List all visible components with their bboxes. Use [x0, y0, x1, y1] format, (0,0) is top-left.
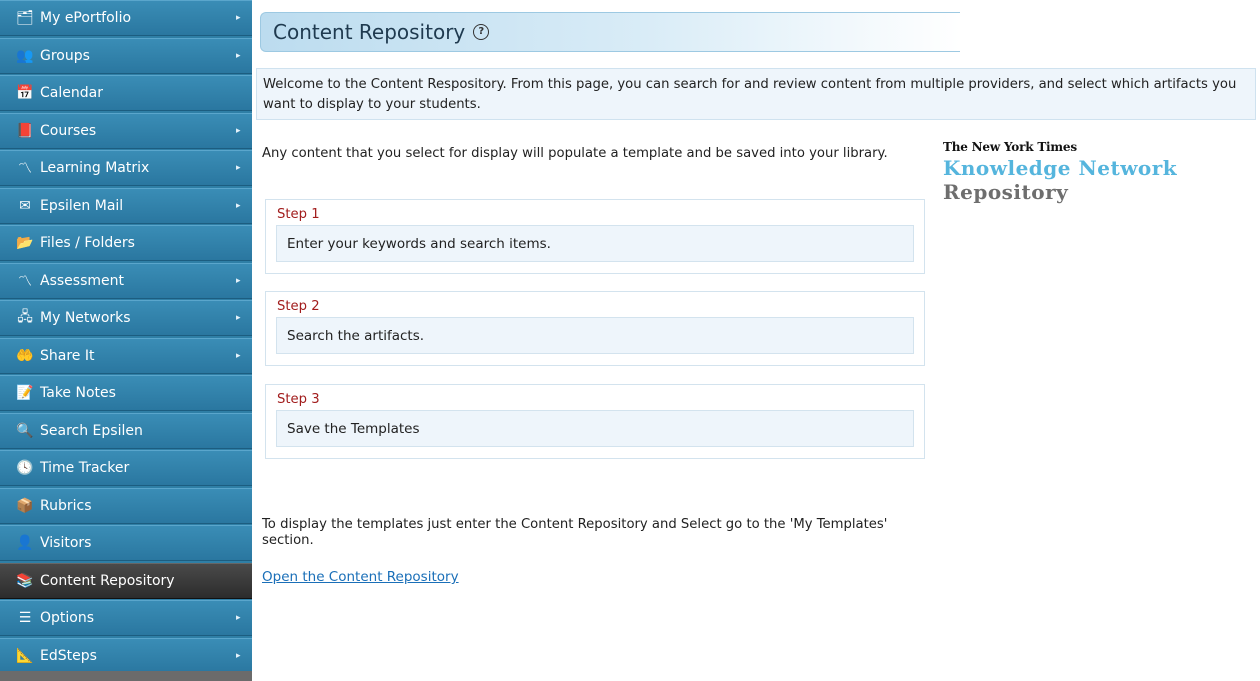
step-1-description: Enter your keywords and search items.: [276, 225, 914, 262]
sidebar-item-my-networks[interactable]: 🖧 My Networks ▸: [0, 300, 252, 336]
sidebar-item-content-repository[interactable]: 📚 Content Repository: [0, 563, 252, 599]
sidebar-item-my-eportfolio[interactable]: 🗂 My ePortfolio ▸: [0, 0, 252, 36]
sidebar-item-label: My ePortfolio: [40, 10, 132, 26]
submenu-arrow-icon: ▸: [236, 276, 241, 286]
sidebar-item-label: Visitors: [40, 535, 92, 551]
notes-icon: 📝: [16, 385, 34, 401]
sidebar-item-label: Search Epsilen: [40, 423, 143, 439]
step-3-title: Step 3: [277, 392, 320, 407]
intro-text: Any content that you select for display …: [262, 146, 888, 161]
sidebar-item-label: Files / Folders: [40, 235, 135, 251]
sidebar-item-label: Rubrics: [40, 498, 92, 514]
folder-icon: 📂: [16, 235, 34, 251]
step-2-box: Step 2 Search the artifacts.: [265, 291, 925, 366]
sidebar-item-label: Epsilen Mail: [40, 198, 124, 214]
sidebar-item-label: Time Tracker: [40, 460, 130, 476]
step-1-title: Step 1: [277, 207, 320, 222]
edsteps-icon: 📐: [16, 648, 34, 664]
logo-repository-line: Repository: [943, 180, 1069, 204]
sidebar-footer-bar: [0, 671, 252, 681]
submenu-arrow-icon: ▸: [236, 351, 241, 361]
sidebar-item-search-epsilen[interactable]: 🔍 Search Epsilen: [0, 413, 252, 449]
groups-icon: 👥: [16, 48, 34, 64]
search-icon: 🔍: [16, 423, 34, 439]
help-icon[interactable]: ?: [473, 24, 490, 40]
portfolio-icon: 🗂: [16, 10, 34, 26]
sidebar-item-label: Learning Matrix: [40, 160, 150, 176]
sidebar-item-courses[interactable]: 📕 Courses ▸: [0, 113, 252, 149]
share-icon: 🤲: [16, 348, 34, 364]
sidebar-item-groups[interactable]: 👥 Groups ▸: [0, 38, 252, 74]
calendar-icon: 📅: [16, 85, 34, 101]
step-2-title: Step 2: [277, 299, 320, 314]
templates-footnote: To display the templates just enter the …: [262, 517, 888, 548]
sidebar-item-label: My Networks: [40, 310, 131, 326]
sidebar-item-label: Take Notes: [40, 385, 116, 401]
sidebar-item-edsteps[interactable]: 📐 EdSteps ▸: [0, 638, 252, 674]
sidebar-item-label: Options: [40, 610, 95, 626]
sidebar-item-label: Assessment: [40, 273, 124, 289]
submenu-arrow-icon: ▸: [236, 613, 241, 623]
sidebar-item-label: Courses: [40, 123, 97, 139]
courses-icon: 📕: [16, 123, 34, 139]
sidebar-item-epsilen-mail[interactable]: ✉ Epsilen Mail ▸: [0, 188, 252, 224]
sidebar-item-files-folders[interactable]: 📂 Files / Folders: [0, 225, 252, 261]
step-1-box: Step 1 Enter your keywords and search it…: [265, 199, 925, 274]
sidebar-nav: 🗂 My ePortfolio ▸ 👥 Groups ▸ 📅 Calendar 📕 Courses…: [0, 0, 252, 681]
sidebar-item-label: Groups: [40, 48, 90, 64]
page-header: Content Repository ?: [260, 12, 960, 52]
sidebar-item-label: Share It: [40, 348, 95, 364]
sidebar-item-rubrics[interactable]: 📦 Rubrics: [0, 488, 252, 524]
assessment-icon: 〽: [18, 274, 32, 290]
options-icon: ☰: [18, 610, 32, 626]
nyt-knowledge-network-logo: The New York Times Knowledge Network Rep…: [943, 140, 1258, 204]
visitors-icon: 👤: [16, 535, 34, 551]
sidebar-item-label: Calendar: [40, 85, 103, 101]
sidebar-item-options[interactable]: ☰ Options ▸: [0, 600, 252, 636]
submenu-arrow-icon: ▸: [236, 201, 241, 211]
sidebar-item-label: Content Repository: [40, 573, 175, 589]
sidebar-item-label: EdSteps: [40, 648, 97, 664]
repository-icon: 📚: [16, 573, 34, 589]
sidebar-item-learning-matrix[interactable]: 〽 Learning Matrix ▸: [0, 150, 252, 186]
sidebar-item-assessment[interactable]: 〽 Assessment ▸: [0, 263, 252, 299]
clock-icon: 🕓: [16, 460, 34, 476]
submenu-arrow-icon: ▸: [236, 13, 241, 23]
logo-knowledge-network-line: Knowledge Network: [943, 156, 1178, 180]
step-3-description: Save the Templates: [276, 410, 914, 447]
learning-matrix-icon: 〽: [18, 161, 32, 177]
sidebar-item-visitors[interactable]: 👤 Visitors: [0, 525, 252, 561]
submenu-arrow-icon: ▸: [236, 126, 241, 136]
network-icon: 🖧: [17, 309, 33, 325]
submenu-arrow-icon: ▸: [236, 51, 241, 61]
sidebar-item-share-it[interactable]: 🤲 Share It ▸: [0, 338, 252, 374]
submenu-arrow-icon: ▸: [236, 313, 241, 323]
page-title: Content Repository: [273, 20, 466, 44]
rubrics-icon: 📦: [16, 498, 34, 514]
submenu-arrow-icon: ▸: [236, 163, 241, 173]
logo-nyt-line: The New York Times: [943, 140, 1077, 154]
step-3-box: Step 3 Save the Templates: [265, 384, 925, 459]
mail-icon: ✉: [19, 198, 31, 214]
welcome-message: Welcome to the Content Respository. From…: [256, 68, 1256, 120]
sidebar-item-time-tracker[interactable]: 🕓 Time Tracker: [0, 450, 252, 486]
sidebar-item-take-notes[interactable]: 📝 Take Notes: [0, 375, 252, 411]
submenu-arrow-icon: ▸: [236, 651, 241, 661]
sidebar-item-calendar[interactable]: 📅 Calendar: [0, 75, 252, 111]
open-content-repository-link[interactable]: Open the Content Repository: [262, 569, 459, 585]
step-2-description: Search the artifacts.: [276, 317, 914, 354]
